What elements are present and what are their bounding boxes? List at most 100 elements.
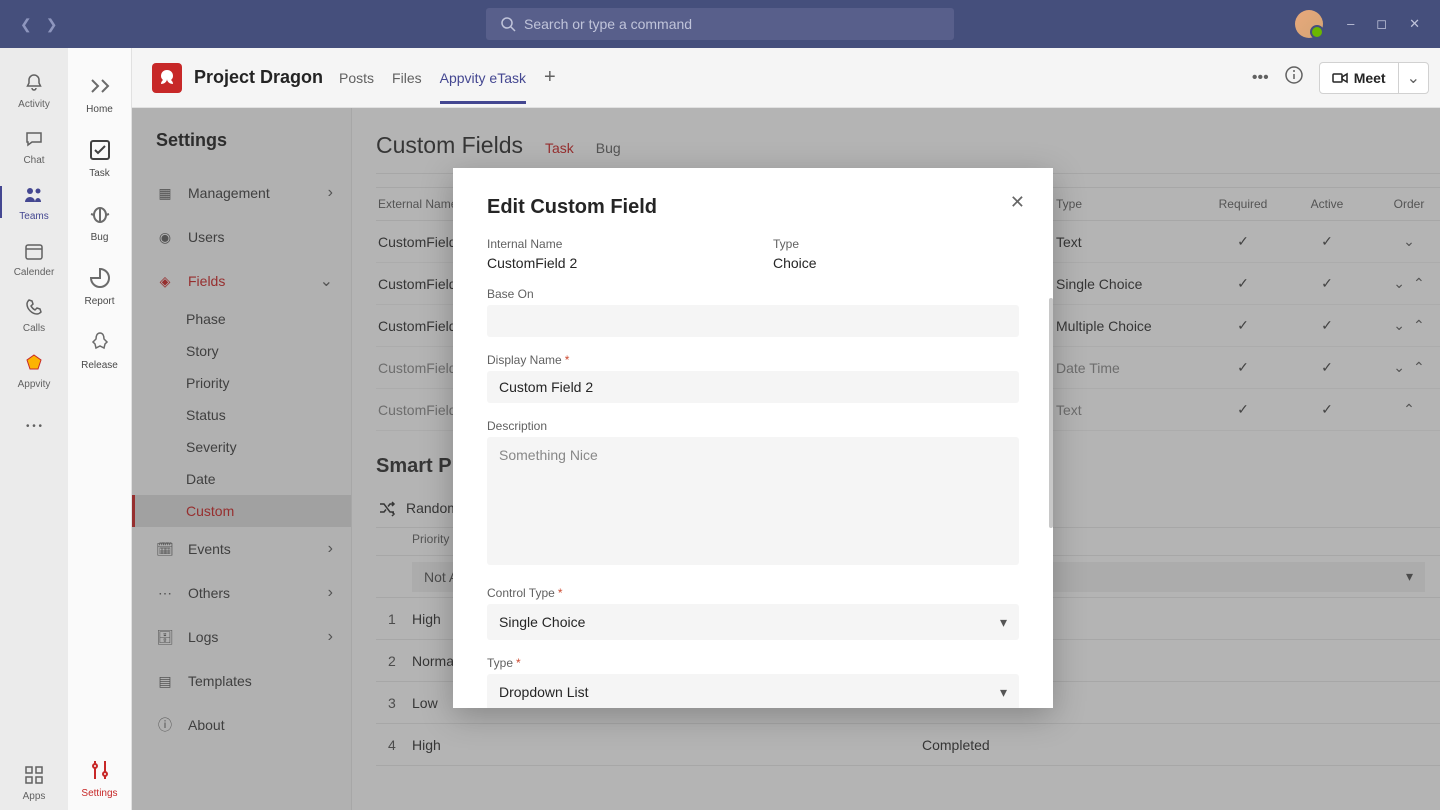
col-order: Order bbox=[1369, 197, 1440, 211]
check-icon: ✓ bbox=[1321, 233, 1333, 249]
base-on-input[interactable] bbox=[487, 305, 1019, 337]
check-icon: ✓ bbox=[1237, 401, 1249, 417]
sidebar-item-others[interactable]: ⋯Others bbox=[132, 571, 351, 615]
teams-icon bbox=[22, 183, 46, 207]
subtab-bug[interactable]: Bug bbox=[596, 140, 621, 156]
app-settings[interactable]: Settings bbox=[68, 746, 132, 810]
calendar-icon bbox=[22, 239, 46, 263]
rail-teams[interactable]: Teams bbox=[0, 174, 68, 230]
chevron-down-icon[interactable]: ⌄ bbox=[1393, 275, 1405, 292]
chevron-up-icon[interactable]: ⌃ bbox=[1413, 275, 1425, 292]
base-on-label: Base On bbox=[487, 287, 1019, 301]
apps-icon bbox=[22, 763, 46, 787]
rail-calender[interactable]: Calender bbox=[0, 230, 68, 286]
fields-icon: ◈ bbox=[156, 272, 174, 290]
rail-more[interactable]: • • • bbox=[0, 398, 68, 454]
sidebar-item-logs[interactable]: 🗄Logs bbox=[132, 615, 351, 659]
search-placeholder: Search or type a command bbox=[524, 16, 692, 32]
sidebar-item-management[interactable]: ▦Management bbox=[132, 171, 351, 215]
sidebar-item-templates[interactable]: ▤Templates bbox=[132, 659, 351, 703]
check-icon: ✓ bbox=[1321, 275, 1333, 291]
release-icon bbox=[88, 330, 112, 357]
col-required: Required bbox=[1201, 197, 1285, 211]
search-input[interactable]: Search or type a command bbox=[486, 8, 954, 40]
home-icon bbox=[88, 74, 112, 101]
modal-scrollbar[interactable] bbox=[1049, 298, 1053, 528]
sidebar-item-fields[interactable]: ◈Fields bbox=[132, 259, 351, 303]
tab-posts[interactable]: Posts bbox=[339, 52, 374, 104]
description-input[interactable] bbox=[487, 437, 1019, 565]
tab-files[interactable]: Files bbox=[392, 52, 422, 104]
sidebar-item-events[interactable]: 🗓Events bbox=[132, 527, 351, 571]
type-label: Type bbox=[773, 237, 1019, 251]
sidebar-sub-custom[interactable]: Custom bbox=[132, 495, 351, 527]
settings-icon bbox=[88, 758, 112, 785]
modal-title: Edit Custom Field bbox=[487, 196, 1019, 219]
modal-close-button[interactable]: ✕ bbox=[1010, 192, 1025, 213]
nav-back-icon[interactable]: ❮ bbox=[20, 16, 32, 33]
chevron-up-icon[interactable]: ⌃ bbox=[1413, 317, 1425, 334]
control-type-select[interactable]: Single Choice bbox=[487, 604, 1019, 640]
phone-icon bbox=[22, 295, 46, 319]
meet-dropdown[interactable]: ⌄ bbox=[1398, 63, 1428, 93]
app-home[interactable]: Home bbox=[68, 62, 132, 126]
app-release[interactable]: Release bbox=[68, 318, 132, 382]
sidebar-sub-story[interactable]: Story bbox=[132, 335, 351, 367]
sidebar-sub-severity[interactable]: Severity bbox=[132, 431, 351, 463]
col-active: Active bbox=[1285, 197, 1369, 211]
more-icon[interactable]: ••• bbox=[1252, 69, 1269, 87]
info-icon[interactable] bbox=[1285, 66, 1303, 89]
control-type-label: Control Type* bbox=[487, 586, 1019, 600]
chevron-up-icon[interactable]: ⌃ bbox=[1413, 359, 1425, 376]
chevron-down-icon[interactable]: ⌄ bbox=[1403, 233, 1415, 250]
rail-chat[interactable]: Chat bbox=[0, 118, 68, 174]
chevron-up-icon[interactable]: ⌃ bbox=[1403, 401, 1415, 418]
sidebar-sub-date[interactable]: Date bbox=[132, 463, 351, 495]
chevron-down-icon: ⌄ bbox=[1407, 68, 1420, 88]
templates-icon: ▤ bbox=[156, 672, 174, 690]
preset-row[interactable]: 4HighCompleted bbox=[376, 724, 1440, 766]
others-icon: ⋯ bbox=[156, 584, 174, 602]
add-tab-button[interactable]: + bbox=[544, 66, 556, 89]
sidebar-item-about[interactable]: ⓘAbout bbox=[132, 703, 351, 747]
chevron-down-icon[interactable]: ⌄ bbox=[1393, 359, 1405, 376]
shuffle-icon bbox=[378, 499, 396, 517]
rail-appvity[interactable]: Appvity bbox=[0, 342, 68, 398]
type2-select[interactable]: Dropdown List bbox=[487, 674, 1019, 708]
settings-title: Settings bbox=[132, 130, 351, 171]
tab-etask[interactable]: Appvity eTask bbox=[440, 52, 526, 104]
window-close-icon[interactable]: ✕ bbox=[1409, 16, 1420, 32]
sidebar-sub-status[interactable]: Status bbox=[132, 399, 351, 431]
chevron-down-icon[interactable]: ⌄ bbox=[1393, 317, 1405, 334]
sidebar-sub-priority[interactable]: Priority bbox=[132, 367, 351, 399]
avatar[interactable] bbox=[1295, 10, 1323, 38]
subtab-task[interactable]: Task bbox=[545, 140, 574, 156]
nav-forward-icon[interactable]: ❯ bbox=[46, 16, 58, 33]
app-report[interactable]: Report bbox=[68, 254, 132, 318]
rail-activity[interactable]: Activity bbox=[0, 62, 68, 118]
management-icon: ▦ bbox=[156, 184, 174, 202]
window-minimize-icon[interactable]: – bbox=[1347, 16, 1354, 32]
video-icon bbox=[1332, 70, 1348, 86]
sidebar-item-users[interactable]: ◉Users bbox=[132, 215, 351, 259]
check-icon: ✓ bbox=[1237, 317, 1249, 333]
app-bug[interactable]: Bug bbox=[68, 190, 132, 254]
internal-name-value: CustomField 2 bbox=[487, 255, 733, 271]
panel-title: Custom Fields bbox=[376, 132, 523, 159]
meet-button[interactable]: Meet bbox=[1320, 70, 1398, 86]
channel-header: Project Dragon Posts Files Appvity eTask… bbox=[132, 48, 1440, 108]
task-icon bbox=[88, 138, 112, 165]
display-name-input[interactable] bbox=[487, 371, 1019, 403]
users-icon: ◉ bbox=[156, 228, 174, 246]
app-rail: Home Task Bug Report Release Settings bbox=[68, 48, 132, 810]
rail-apps[interactable]: Apps bbox=[0, 754, 68, 810]
check-icon: ✓ bbox=[1321, 401, 1333, 417]
sidebar-sub-phase[interactable]: Phase bbox=[132, 303, 351, 335]
internal-name-label: Internal Name bbox=[487, 237, 733, 251]
app-task[interactable]: Task bbox=[68, 126, 132, 190]
description-label: Description bbox=[487, 419, 1019, 433]
chat-icon bbox=[22, 127, 46, 151]
settings-sidebar: Settings ▦Management ◉Users ◈Fields Phas… bbox=[132, 108, 352, 810]
window-maximize-icon[interactable]: ◻ bbox=[1376, 16, 1387, 32]
rail-calls[interactable]: Calls bbox=[0, 286, 68, 342]
